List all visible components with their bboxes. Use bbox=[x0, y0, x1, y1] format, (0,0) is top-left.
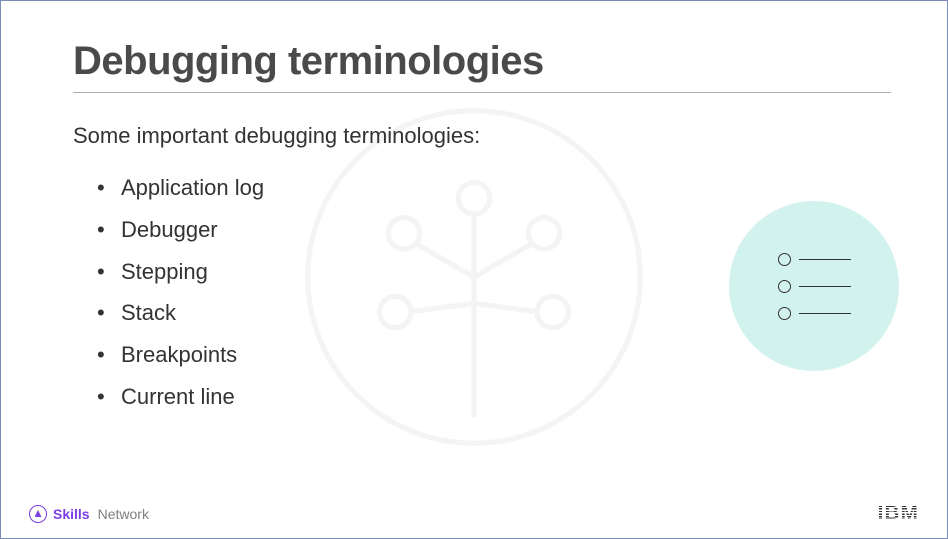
title-rule bbox=[73, 92, 891, 93]
footer: Skills Network IBM bbox=[1, 503, 947, 524]
list-graphic-icon bbox=[729, 201, 899, 371]
skills-network-icon bbox=[29, 505, 47, 523]
graphic-row bbox=[778, 307, 851, 320]
skills-word: Skills bbox=[53, 506, 90, 522]
network-word: Network bbox=[98, 506, 149, 522]
list-item: Current line bbox=[97, 376, 891, 418]
skills-network-brand: Skills Network bbox=[29, 505, 149, 523]
graphic-row bbox=[778, 280, 851, 293]
intro-text: Some important debugging terminologies: bbox=[73, 123, 891, 149]
graphic-row bbox=[778, 253, 851, 266]
list-item: Application log bbox=[97, 167, 891, 209]
ibm-logo: IBM bbox=[878, 503, 919, 524]
slide-title: Debugging terminologies bbox=[73, 39, 891, 84]
